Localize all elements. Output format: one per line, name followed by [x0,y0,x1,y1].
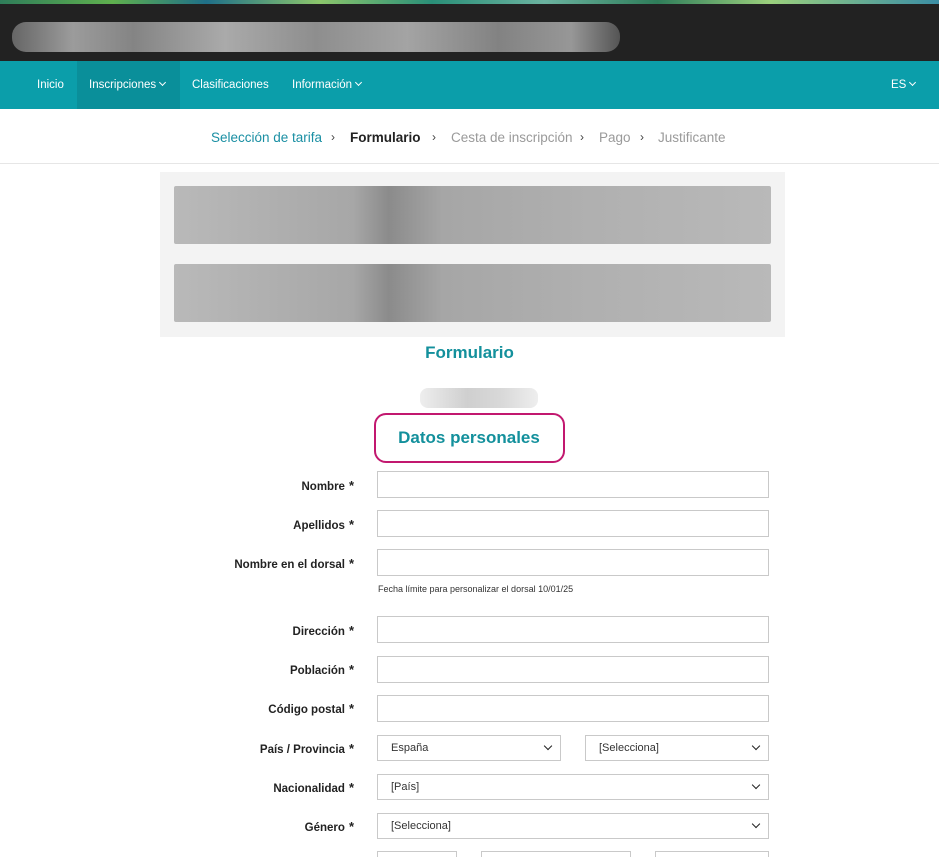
label-nombre-text: Nombre [301,481,345,493]
chevron-down-icon [751,780,761,790]
checkout-steps: Selección de tarifa › Formulario › Cesta… [0,109,939,164]
step-pago: Pago [599,130,631,145]
required-icon: * [348,662,354,677]
banner-line [174,264,771,322]
step-formulario: Formulario [350,130,421,145]
chevron-down-icon [751,741,761,751]
required-icon: * [348,517,354,532]
required-icon: * [348,478,354,493]
step-separator-icon: › [580,130,584,144]
chevron-down-icon [909,78,917,87]
event-title-blurred [12,22,620,52]
dorsal-input[interactable] [377,549,769,576]
step-justificante: Justificante [658,130,726,145]
step-separator-icon: › [331,130,335,144]
pais-value: España [391,742,429,754]
language-label: ES [891,79,907,91]
label-poblacion-text: Población [289,665,345,677]
label-apellidos-text: Apellidos [293,520,345,532]
language-selector[interactable]: ES [891,61,917,109]
nav-clasificaciones[interactable]: Clasificaciones [192,61,269,109]
chevron-down-icon [751,819,761,829]
chevron-down-icon [543,741,553,751]
event-date-blurred [420,388,538,408]
direccion-input[interactable] [377,616,769,643]
nav-informacion-label: Información [292,79,353,91]
section-title: Datos personales [398,428,540,447]
chevron-down-icon [159,78,167,87]
required-icon: * [348,819,354,834]
header-decoration [0,0,939,4]
birth-month-select[interactable] [481,851,631,857]
label-dorsal-text: Nombre en el dorsal [234,559,345,571]
nombre-input[interactable] [377,471,769,498]
poblacion-input[interactable] [377,656,769,683]
site-header [0,0,939,61]
step-separator-icon: › [640,130,644,144]
section-heading-highlight: Datos personales [374,413,565,463]
label-dorsal: Nombre en el dorsal * [234,556,354,571]
required-icon: * [348,701,354,716]
label-codigo-postal: Código postal * [268,701,354,716]
nav-inscripciones[interactable]: Inscripciones [77,61,180,109]
step-cesta: Cesta de inscripción [451,130,573,145]
label-nacionalidad-text: Nacionalidad [273,783,345,795]
required-icon: * [348,780,354,795]
label-genero: Género * [305,819,354,834]
provincia-value: [Selecciona] [599,742,659,754]
label-poblacion: Población * [290,662,354,677]
genero-value: [Selecciona] [391,820,451,832]
chevron-down-icon [355,78,363,87]
required-icon: * [348,741,354,756]
required-icon: * [348,556,354,571]
step-separator-icon: › [432,130,436,144]
nav-inscripciones-label: Inscripciones [89,79,157,91]
page-title: Formulario [425,343,514,362]
provincia-select[interactable]: [Selecciona] [585,735,769,761]
nacionalidad-value: [País] [391,781,420,793]
main-nav: Inicio Inscripciones Clasificaciones Inf… [0,61,939,109]
event-banner-blurred [160,172,785,337]
nacionalidad-select[interactable]: [País] [377,774,769,800]
nav-inicio[interactable]: Inicio [37,61,64,109]
label-genero-text: Género [304,822,345,834]
label-direccion-text: Dirección [292,626,345,638]
apellidos-input[interactable] [377,510,769,537]
label-pais-provincia: País / Provincia * [260,741,354,756]
label-apellidos: Apellidos * [293,517,354,532]
codigo-postal-input[interactable] [377,695,769,722]
pais-select[interactable]: España [377,735,561,761]
step-seleccion-tarifa[interactable]: Selección de tarifa [211,130,322,145]
birth-day-select[interactable] [377,851,457,857]
label-codigo-postal-text: Código postal [268,704,345,716]
label-nacionalidad: Nacionalidad * [273,780,354,795]
nav-informacion[interactable]: Información [292,61,363,109]
label-nombre: Nombre * [301,478,354,493]
genero-select[interactable]: [Selecciona] [377,813,769,839]
birth-year-select[interactable] [655,851,769,857]
label-direccion: Dirección * [293,623,354,638]
dorsal-hint: Fecha límite para personalizar el dorsal… [378,584,574,594]
required-icon: * [348,623,354,638]
banner-line [174,186,771,244]
label-pais-text: País / Provincia [259,744,345,756]
